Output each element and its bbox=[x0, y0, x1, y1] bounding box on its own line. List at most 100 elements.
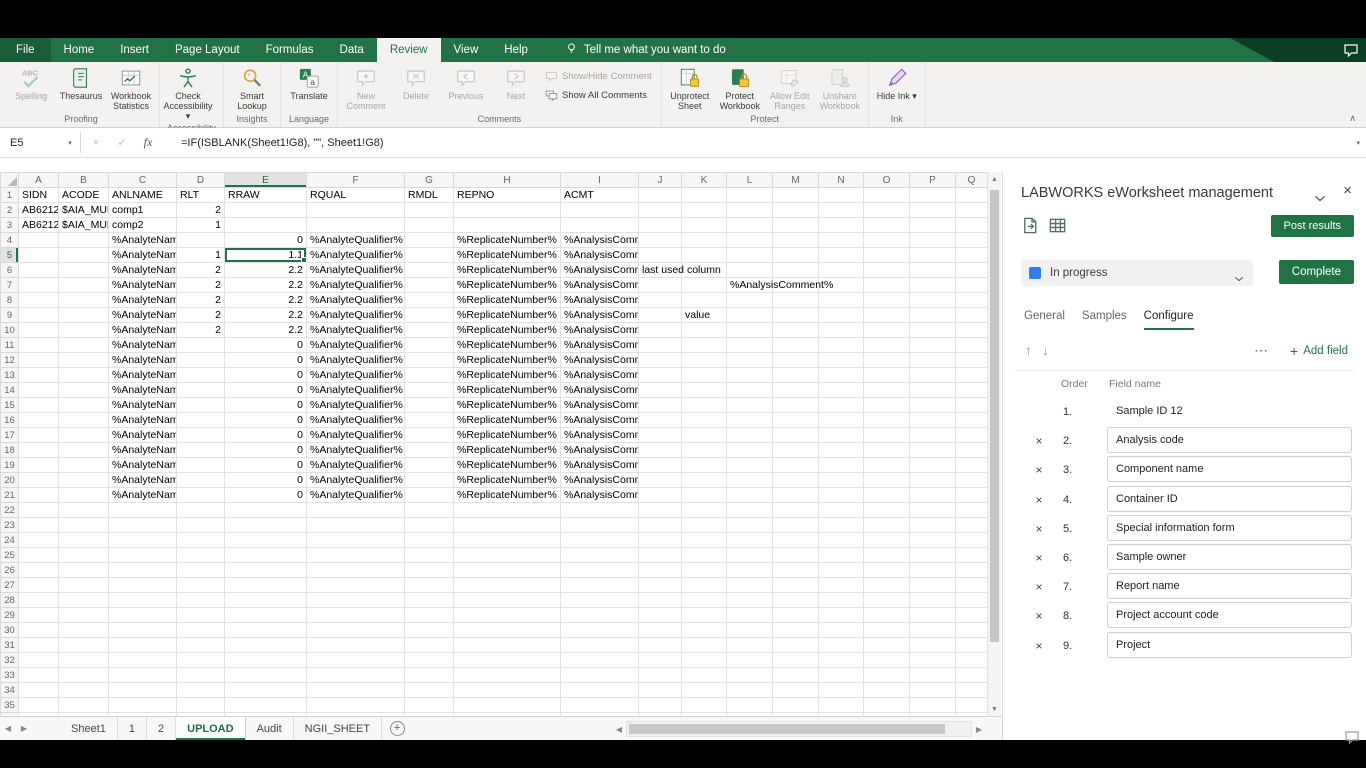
cell-B5[interactable] bbox=[58, 247, 109, 263]
move-down-icon[interactable]: ↓ bbox=[1042, 342, 1049, 358]
cell-K2[interactable] bbox=[681, 202, 727, 218]
cell-J34[interactable] bbox=[638, 682, 682, 698]
worksheet-export-icon[interactable] bbox=[1021, 216, 1040, 240]
cell-N27[interactable] bbox=[818, 577, 864, 593]
column-header-C[interactable]: C bbox=[108, 172, 177, 188]
cell-N5[interactable] bbox=[818, 247, 864, 263]
cell-C24[interactable] bbox=[108, 532, 177, 548]
cell-A3[interactable]: AB62121 bbox=[18, 217, 59, 233]
cell-J29[interactable] bbox=[638, 607, 682, 623]
cell-C23[interactable] bbox=[108, 517, 177, 533]
cell-G1[interactable]: RMDL bbox=[404, 187, 454, 203]
cell-L23[interactable] bbox=[726, 517, 773, 533]
cell-H31[interactable] bbox=[453, 637, 561, 653]
cell-L32[interactable] bbox=[726, 652, 773, 668]
cell-E1[interactable]: RRAW bbox=[224, 187, 307, 203]
field-name-input[interactable]: Project account code bbox=[1107, 602, 1352, 629]
cell-C12[interactable]: %AnalyteName bbox=[108, 352, 177, 368]
cell-Q19[interactable] bbox=[955, 457, 988, 473]
cell-N4[interactable] bbox=[818, 232, 864, 248]
cell-Q10[interactable] bbox=[955, 322, 988, 338]
cell-A23[interactable] bbox=[18, 517, 59, 533]
cell-M18[interactable] bbox=[772, 442, 819, 458]
cell-I24[interactable] bbox=[560, 532, 639, 548]
cell-C13[interactable]: %AnalyteName bbox=[108, 367, 177, 383]
row-header-24[interactable]: 24 bbox=[0, 532, 19, 548]
cell-C16[interactable]: %AnalyteName bbox=[108, 412, 177, 428]
cell-F1[interactable]: RQUAL bbox=[306, 187, 405, 203]
cell-N8[interactable] bbox=[818, 292, 864, 308]
ribbon-tab-home[interactable]: Home bbox=[51, 38, 108, 62]
column-header-O[interactable]: O bbox=[863, 172, 910, 188]
cell-C7[interactable]: %AnalyteName bbox=[108, 277, 177, 293]
cell-M14[interactable] bbox=[772, 382, 819, 398]
field-name-input[interactable]: Analysis code bbox=[1107, 427, 1352, 454]
cell-M12[interactable] bbox=[772, 352, 819, 368]
cell-N22[interactable] bbox=[818, 502, 864, 518]
cell-D18[interactable] bbox=[176, 442, 225, 458]
cell-K31[interactable] bbox=[681, 637, 727, 653]
move-up-icon[interactable]: ↑ bbox=[1025, 342, 1032, 358]
cell-J22[interactable] bbox=[638, 502, 682, 518]
cell-P25[interactable] bbox=[909, 547, 956, 563]
cell-L16[interactable] bbox=[726, 412, 773, 428]
cell-D3[interactable]: 1 bbox=[176, 217, 225, 233]
cell-B24[interactable] bbox=[58, 532, 109, 548]
cell-C9[interactable]: %AnalyteName bbox=[108, 307, 177, 323]
cell-G9[interactable] bbox=[404, 307, 454, 323]
cell-C25[interactable] bbox=[108, 547, 177, 563]
protect-workbook-button[interactable]: Protect Workbook bbox=[715, 63, 765, 112]
cell-P16[interactable] bbox=[909, 412, 956, 428]
sheet-tab-sheet1[interactable]: Sheet1 bbox=[60, 717, 118, 740]
chat-icon[interactable] bbox=[1344, 729, 1360, 745]
cell-Q21[interactable] bbox=[955, 487, 988, 503]
cell-M22[interactable] bbox=[772, 502, 819, 518]
unprotect-sheet-button[interactable]: Unprotect Sheet bbox=[665, 63, 715, 112]
column-header-D[interactable]: D bbox=[176, 172, 225, 188]
cell-Q6[interactable] bbox=[955, 262, 988, 278]
cell-I19[interactable]: %AnalysisComm bbox=[560, 457, 639, 473]
cell-N3[interactable] bbox=[818, 217, 864, 233]
cell-O6[interactable] bbox=[863, 262, 910, 278]
row-header-13[interactable]: 13 bbox=[0, 367, 19, 383]
cell-F20[interactable]: %AnalyteQualifier% bbox=[306, 472, 405, 488]
cell-C15[interactable]: %AnalyteName bbox=[108, 397, 177, 413]
cell-P6[interactable] bbox=[909, 262, 956, 278]
cell-N18[interactable] bbox=[818, 442, 864, 458]
cell-D21[interactable] bbox=[176, 487, 225, 503]
cell-L26[interactable] bbox=[726, 562, 773, 578]
cell-D6[interactable]: 2 bbox=[176, 262, 225, 278]
cell-F18[interactable]: %AnalyteQualifier% bbox=[306, 442, 405, 458]
cell-M11[interactable] bbox=[772, 337, 819, 353]
collapse-ribbon-icon[interactable]: ∧ bbox=[1349, 113, 1356, 124]
cell-K29[interactable] bbox=[681, 607, 727, 623]
row-header-17[interactable]: 17 bbox=[0, 427, 19, 443]
cell-M33[interactable] bbox=[772, 667, 819, 683]
cell-M27[interactable] bbox=[772, 577, 819, 593]
cell-H32[interactable] bbox=[453, 652, 561, 668]
cell-C26[interactable] bbox=[108, 562, 177, 578]
cell-H8[interactable]: %ReplicateNumber% bbox=[453, 292, 561, 308]
cell-H9[interactable]: %ReplicateNumber% bbox=[453, 307, 561, 323]
cell-A2[interactable]: AB62121 bbox=[18, 202, 59, 218]
row-header-12[interactable]: 12 bbox=[0, 352, 19, 368]
cell-G24[interactable] bbox=[404, 532, 454, 548]
cell-K14[interactable] bbox=[681, 382, 727, 398]
cell-F8[interactable]: %AnalyteQualifier% bbox=[306, 292, 405, 308]
scroll-up-icon[interactable]: ▲ bbox=[988, 172, 1001, 186]
cell-O22[interactable] bbox=[863, 502, 910, 518]
cell-I29[interactable] bbox=[560, 607, 639, 623]
cell-K9[interactable]: value bbox=[681, 307, 727, 323]
cell-A28[interactable] bbox=[18, 592, 59, 608]
cell-J31[interactable] bbox=[638, 637, 682, 653]
cell-P31[interactable] bbox=[909, 637, 956, 653]
column-header-K[interactable]: K bbox=[681, 172, 727, 188]
cell-A32[interactable] bbox=[18, 652, 59, 668]
column-header-L[interactable]: L bbox=[726, 172, 773, 188]
cell-N29[interactable] bbox=[818, 607, 864, 623]
cell-Q16[interactable] bbox=[955, 412, 988, 428]
cell-D24[interactable] bbox=[176, 532, 225, 548]
cell-I30[interactable] bbox=[560, 622, 639, 638]
cell-A1[interactable]: SIDN bbox=[18, 187, 59, 203]
cell-O21[interactable] bbox=[863, 487, 910, 503]
